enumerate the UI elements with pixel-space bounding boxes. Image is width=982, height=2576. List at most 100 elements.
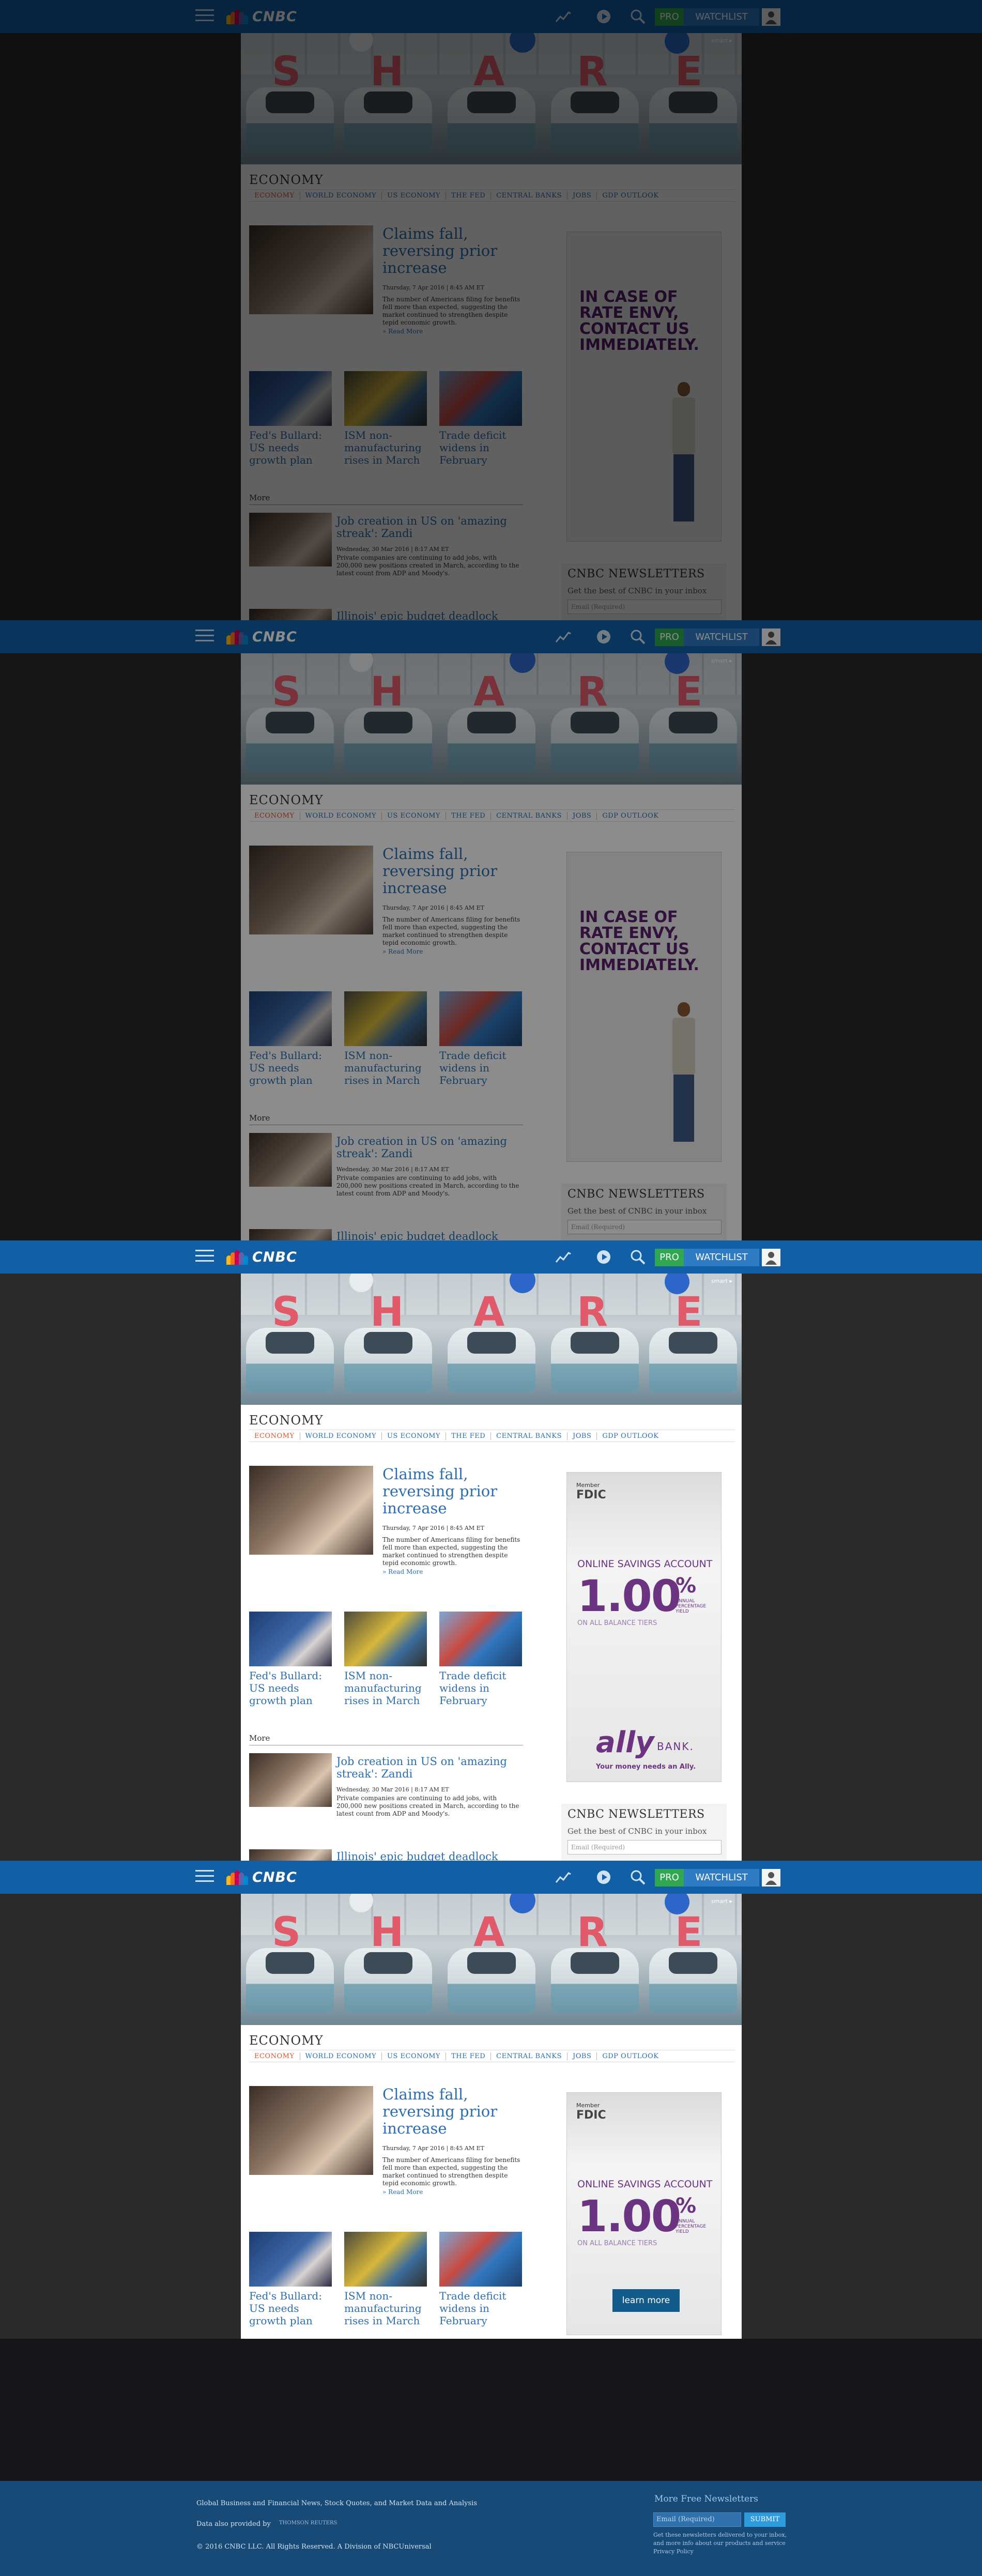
- tab-the-fed[interactable]: THE FED: [446, 811, 492, 820]
- lead-story-image[interactable]: [249, 2086, 373, 2175]
- list-item-title[interactable]: Illinois' epic budget deadlock: [336, 1230, 523, 1240]
- list-item-image[interactable]: [249, 609, 332, 620]
- read-more-link[interactable]: » Read More: [382, 2188, 423, 2196]
- advertisement[interactable]: Member FDIC ONLINE SAVINGS ACCOUNT 1.00 %…: [566, 1472, 722, 1782]
- card-image[interactable]: [344, 1612, 427, 1666]
- card-image[interactable]: [249, 1612, 332, 1666]
- watchlist-button[interactable]: WATCHLIST: [684, 1869, 759, 1887]
- video-play-icon[interactable]: [595, 1249, 612, 1265]
- card-title[interactable]: ISM non-manufacturing rises in March: [344, 2290, 432, 2327]
- menu-icon[interactable]: [195, 630, 214, 643]
- tab-central-banks[interactable]: CENTRAL BANKS: [491, 2052, 567, 2060]
- watchlist-button[interactable]: WATCHLIST: [684, 8, 759, 26]
- tab-the-fed[interactable]: THE FED: [446, 2052, 492, 2060]
- lead-headline[interactable]: Claims fall, reversing prior increase: [382, 1466, 502, 1517]
- tab-jobs[interactable]: JOBS: [567, 191, 597, 200]
- advertisement[interactable]: Member FDIC ONLINE SAVINGS ACCOUNT 1.00 %…: [566, 2092, 722, 2335]
- advertisement[interactable]: IN CASE OF RATE ENVY, CONTACT US IMMEDIA…: [566, 852, 722, 1162]
- tab-gdp-outlook[interactable]: GDP OUTLOOK: [597, 192, 664, 200]
- cnbc-logo[interactable]: CNBC: [226, 7, 304, 26]
- hero-banner[interactable]: S H A R E smart ▸: [241, 1274, 742, 1405]
- tab-economy[interactable]: ECONOMY: [249, 2052, 300, 2060]
- pro-button[interactable]: PRO: [655, 1249, 684, 1266]
- tab-gdp-outlook[interactable]: GDP OUTLOOK: [597, 812, 664, 820]
- card-title[interactable]: Fed's Bullard: US needs growth plan: [249, 1669, 337, 1707]
- newsletter-email-input[interactable]: Email (Required): [567, 1220, 722, 1234]
- card-title[interactable]: Trade deficit widens in February: [439, 1669, 527, 1707]
- watchlist-button[interactable]: WATCHLIST: [684, 1249, 759, 1266]
- list-item-image[interactable]: [249, 1133, 332, 1187]
- hero-banner[interactable]: S H A R E smart ▸: [241, 33, 742, 164]
- lead-story-image[interactable]: [249, 846, 373, 934]
- tab-central-banks[interactable]: CENTRAL BANKS: [491, 191, 567, 200]
- cnbc-logo[interactable]: CNBC: [226, 627, 304, 646]
- search-icon[interactable]: [630, 1249, 646, 1265]
- card-image[interactable]: [439, 2232, 522, 2287]
- read-more-link[interactable]: » Read More: [382, 948, 423, 955]
- lead-headline[interactable]: Claims fall, reversing prior increase: [382, 2086, 502, 2137]
- tab-world-economy[interactable]: WORLD ECONOMY: [300, 811, 382, 820]
- user-icon[interactable]: [762, 1869, 780, 1887]
- card-image[interactable]: [439, 1612, 522, 1666]
- tab-us-economy[interactable]: US ECONOMY: [382, 191, 447, 200]
- card-image[interactable]: [249, 371, 332, 426]
- card-title[interactable]: Trade deficit widens in February: [439, 2290, 527, 2327]
- search-icon[interactable]: [630, 8, 646, 25]
- search-icon[interactable]: [630, 1869, 646, 1885]
- tab-gdp-outlook[interactable]: GDP OUTLOOK: [597, 2052, 664, 2060]
- tab-world-economy[interactable]: WORLD ECONOMY: [300, 1432, 382, 1440]
- video-play-icon[interactable]: [595, 1869, 612, 1885]
- markets-chart-icon[interactable]: [555, 1249, 572, 1265]
- video-play-icon[interactable]: [595, 628, 612, 645]
- cnbc-logo[interactable]: CNBC: [226, 1868, 304, 1887]
- hero-banner[interactable]: S H A R E smart ▸: [241, 653, 742, 785]
- cnbc-logo[interactable]: CNBC: [226, 1248, 304, 1266]
- list-item-image[interactable]: [249, 1849, 332, 1861]
- advertisement[interactable]: IN CASE OF RATE ENVY, CONTACT US IMMEDIA…: [566, 232, 722, 542]
- list-item-image[interactable]: [249, 513, 332, 566]
- card-title[interactable]: Trade deficit widens in February: [439, 429, 527, 466]
- tab-jobs[interactable]: JOBS: [567, 1432, 597, 1440]
- menu-icon[interactable]: [195, 1870, 214, 1883]
- card-title[interactable]: ISM non-manufacturing rises in March: [344, 1669, 432, 1707]
- data-provider-logo[interactable]: THOMSON REUTERS: [279, 2520, 337, 2526]
- tab-gdp-outlook[interactable]: GDP OUTLOOK: [597, 1432, 664, 1440]
- tab-world-economy[interactable]: WORLD ECONOMY: [300, 191, 382, 200]
- list-item-image[interactable]: [249, 1229, 332, 1240]
- tab-the-fed[interactable]: THE FED: [446, 191, 492, 200]
- card-image[interactable]: [439, 371, 522, 426]
- footer-email-input[interactable]: Email (Required): [653, 2512, 741, 2527]
- card-image[interactable]: [344, 371, 427, 426]
- card-image[interactable]: [344, 2232, 427, 2287]
- card-image[interactable]: [439, 991, 522, 1046]
- tab-us-economy[interactable]: US ECONOMY: [382, 1432, 447, 1440]
- card-title[interactable]: ISM non-manufacturing rises in March: [344, 429, 432, 466]
- card-image[interactable]: [249, 991, 332, 1046]
- read-more-link[interactable]: » Read More: [382, 1568, 423, 1575]
- card-title[interactable]: Fed's Bullard: US needs growth plan: [249, 429, 337, 466]
- markets-chart-icon[interactable]: [555, 628, 572, 645]
- search-icon[interactable]: [630, 628, 646, 645]
- lead-story-image[interactable]: [249, 1466, 373, 1555]
- user-icon[interactable]: [762, 1249, 780, 1266]
- markets-chart-icon[interactable]: [555, 8, 572, 25]
- tab-jobs[interactable]: JOBS: [567, 2052, 597, 2060]
- tab-economy[interactable]: ECONOMY: [249, 811, 300, 820]
- learn-more-button[interactable]: learn more: [612, 2289, 680, 2312]
- list-item-title[interactable]: Illinois' epic budget deadlock: [336, 610, 523, 620]
- user-icon[interactable]: [762, 8, 780, 26]
- pro-button[interactable]: PRO: [655, 1869, 684, 1887]
- lead-headline[interactable]: Claims fall, reversing prior increase: [382, 225, 502, 277]
- list-item-title[interactable]: Job creation in US on 'amazing streak': …: [336, 1135, 523, 1160]
- list-item-title[interactable]: Illinois' epic budget deadlock: [336, 1850, 523, 1861]
- list-item-image[interactable]: [249, 1753, 332, 1807]
- read-more-link[interactable]: » Read More: [382, 328, 423, 335]
- tab-us-economy[interactable]: US ECONOMY: [382, 811, 447, 820]
- markets-chart-icon[interactable]: [555, 1869, 572, 1885]
- hero-banner[interactable]: S H A R E smart ▸: [241, 1894, 742, 2025]
- tab-us-economy[interactable]: US ECONOMY: [382, 2052, 447, 2060]
- card-title[interactable]: Trade deficit widens in February: [439, 1049, 527, 1086]
- list-item-title[interactable]: Job creation in US on 'amazing streak': …: [336, 515, 523, 540]
- tab-economy[interactable]: ECONOMY: [249, 1432, 300, 1440]
- list-item-title[interactable]: Job creation in US on 'amazing streak': …: [336, 1755, 523, 1780]
